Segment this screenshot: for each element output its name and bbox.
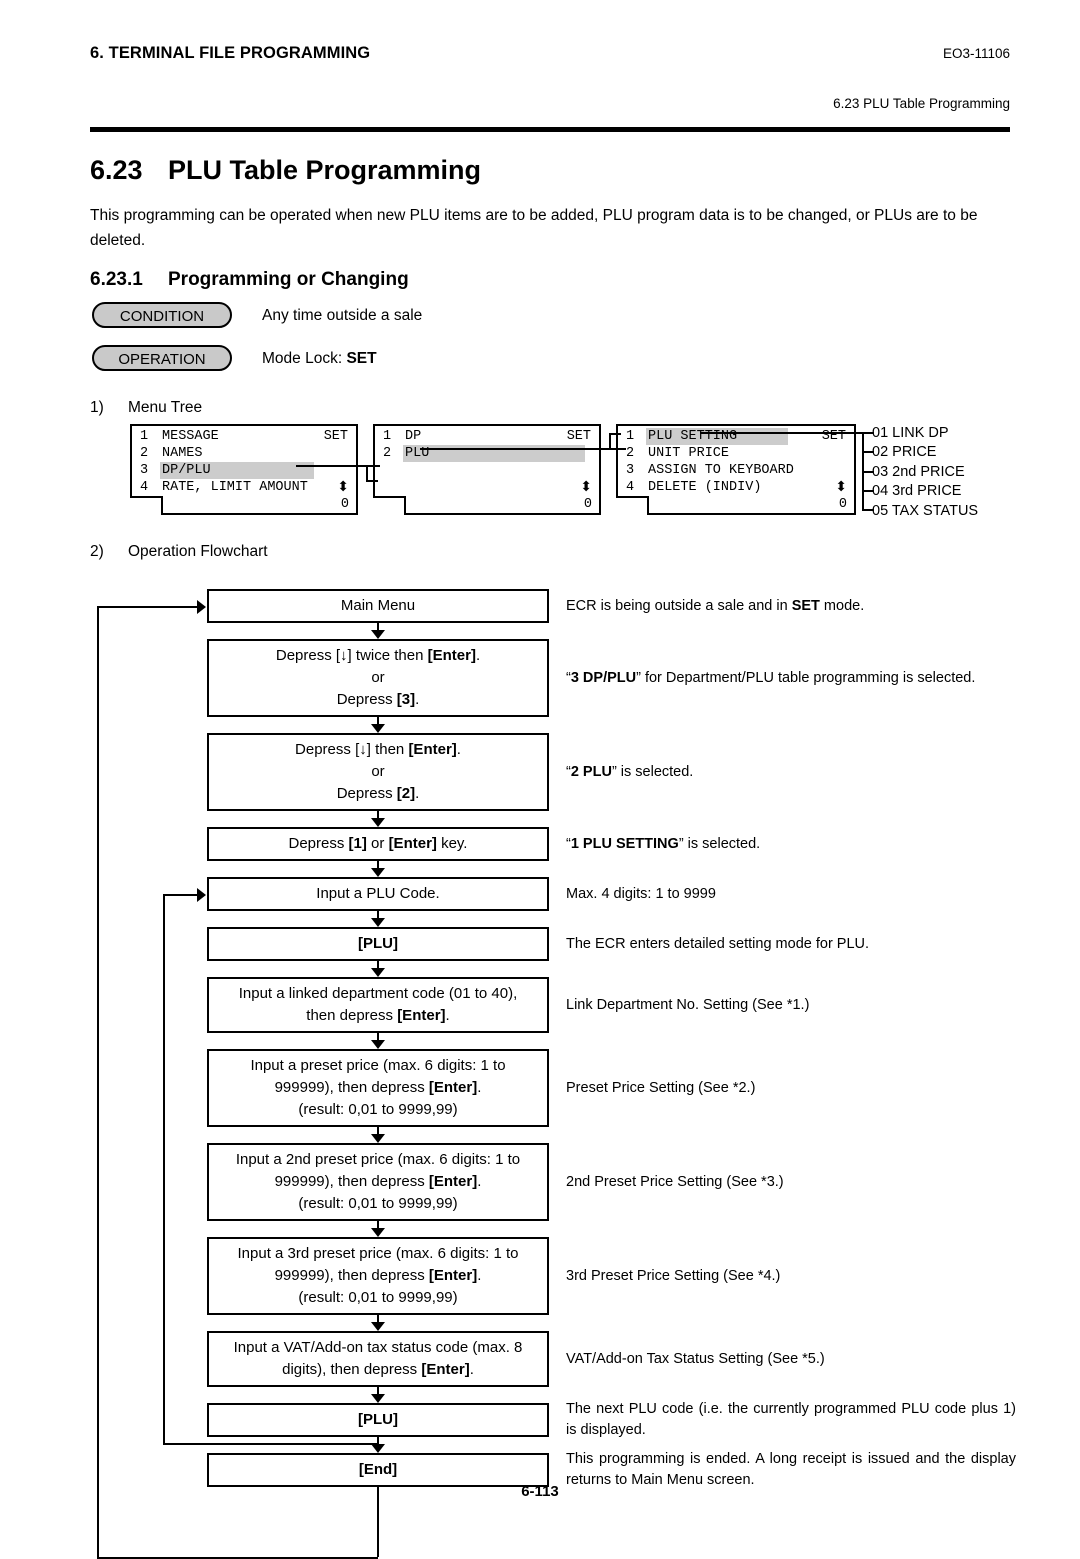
flow-box-text: Input a VAT/Add-on tax status code (max.… xyxy=(209,1337,547,1381)
flow-box-line: [PLU] xyxy=(358,935,398,952)
flow-note-plu-key-2: The next PLU code (i.e. the currently pr… xyxy=(566,1401,1016,1438)
flow-box-line: Depress [2]. xyxy=(336,785,420,802)
key-token: [Enter] xyxy=(388,835,437,852)
flow-box-line: Input a VAT/Add-on tax status code (max.… xyxy=(233,1339,523,1356)
flow-note-depress-down-once: “2 PLU” is selected. xyxy=(566,763,694,780)
key-token: [Enter] xyxy=(428,1267,478,1284)
flow-arrow-head-icon xyxy=(371,1394,385,1403)
flow-box-text: Input a PLU Code. xyxy=(209,883,547,905)
flow-note-input-3rd-preset-price: 3rd Preset Price Setting (See *4.) xyxy=(566,1267,781,1284)
flow-box-line: 999999), then depress [Enter]. xyxy=(274,1173,482,1190)
flow-box-line: [PLU] xyxy=(358,1411,398,1428)
flow-note-input-preset-price: Preset Price Setting (See *2.) xyxy=(566,1079,756,1096)
flow-box-line: (result: 0,01 to 9999,99) xyxy=(298,1101,458,1118)
flow-note-input-linked-dept: Link Department No. Setting (See *1.) xyxy=(566,996,810,1013)
flow-box-line: or xyxy=(371,763,385,780)
inner-loop-arrow-head-icon xyxy=(197,888,206,902)
flow-box-text: Input a linked department code (01 to 40… xyxy=(209,983,547,1027)
key-token: [Enter] xyxy=(428,1173,478,1190)
flow-note-input-plu-code: Max. 4 digits: 1 to 9999 xyxy=(566,885,716,902)
flow-box-input-vat-tax-status: Input a VAT/Add-on tax status code (max.… xyxy=(207,1331,549,1387)
flow-box-depress-down-once: Depress [↓] then [Enter]. or Depress [2]. xyxy=(207,733,549,811)
inner-loop-vertical xyxy=(163,894,165,1445)
flow-box-line: Input a linked department code (01 to 40… xyxy=(238,985,518,1002)
flow-arrow-head-icon xyxy=(371,868,385,877)
flow-note-depress-1-or-enter: “1 PLU SETTING” is selected. xyxy=(566,835,761,852)
key-token: [2] xyxy=(396,785,416,802)
flow-box-line: Main Menu xyxy=(340,597,416,614)
page-number: 6-113 xyxy=(521,1483,559,1500)
flow-box-line: Input a 3rd preset price (max. 6 digits:… xyxy=(237,1245,519,1262)
flow-box-line: [End] xyxy=(358,1461,398,1478)
flow-box-input-preset-price: Input a preset price (max. 6 digits: 1 t… xyxy=(207,1049,549,1127)
flow-note-input-2nd-preset-price: 2nd Preset Price Setting (See *3.) xyxy=(566,1173,784,1190)
flow-box-text: Depress [↓] then [Enter]. or Depress [2]. xyxy=(209,739,547,805)
operation-flowchart: Main Menu ECR is being outside a sale and… xyxy=(0,0,1080,1559)
flow-box-line: 999999), then depress [Enter]. xyxy=(274,1079,482,1096)
flow-arrow-head-icon xyxy=(371,724,385,733)
key-token: [Enter] xyxy=(397,1007,446,1024)
outer-loop-top xyxy=(97,606,198,608)
flow-arrow-head-icon xyxy=(371,968,385,977)
flow-box-text: Depress [1] or [Enter] key. xyxy=(209,833,547,855)
flow-box-text: [End] xyxy=(209,1459,547,1481)
key-token: [Enter] xyxy=(408,741,457,758)
flow-note-plu-key-1: The ECR enters detailed setting mode for… xyxy=(566,935,870,952)
outer-loop-arrow-head-icon xyxy=(197,600,206,614)
flow-arrow-head-icon xyxy=(371,818,385,827)
key-token: [3] xyxy=(396,691,416,708)
flow-arrow-head-icon xyxy=(371,918,385,927)
key-token: [1] xyxy=(348,835,367,852)
flow-box-line: Input a 2nd preset price (max. 6 digits:… xyxy=(235,1151,521,1168)
flow-box-end: [End] xyxy=(207,1453,549,1487)
flow-box-line: digits), then depress [Enter]. xyxy=(282,1361,474,1378)
flow-arrow-head-icon xyxy=(371,1228,385,1237)
flow-note-main-menu: ECR is being outside a sale and in SET m… xyxy=(566,597,865,614)
flow-note-input-vat-tax-status: VAT/Add-on Tax Status Setting (See *5.) xyxy=(566,1350,825,1367)
flow-box-depress-1-or-enter: Depress [1] or [Enter] key. xyxy=(207,827,549,861)
flow-box-text: [PLU] xyxy=(209,933,547,955)
flow-box-input-linked-dept: Input a linked department code (01 to 40… xyxy=(207,977,549,1033)
flow-arrow-head-icon xyxy=(371,1322,385,1331)
flow-box-main-menu: Main Menu xyxy=(207,589,549,623)
flow-box-input-2nd-preset-price: Input a 2nd preset price (max. 6 digits:… xyxy=(207,1143,549,1221)
flow-box-text: Main Menu xyxy=(209,595,547,617)
inner-loop-bottom xyxy=(163,1443,378,1445)
flow-box-depress-down-twice: Depress [↓] twice then [Enter]. or Depress… xyxy=(207,639,549,717)
flow-arrow-head-icon xyxy=(371,1134,385,1143)
flow-box-line: then depress [Enter]. xyxy=(306,1007,450,1024)
key-token: [Enter] xyxy=(428,1079,478,1096)
flow-arrow-head-icon xyxy=(371,1040,385,1049)
flow-box-line: or xyxy=(371,669,385,686)
flow-box-text: Input a 3rd preset price (max. 6 digits:… xyxy=(209,1243,547,1309)
key-token: [Enter] xyxy=(427,647,476,664)
flow-box-line: Input a preset price (max. 6 digits: 1 t… xyxy=(250,1057,506,1074)
flow-note-depress-down-twice: “3 DP/PLU” for Department/PLU table prog… xyxy=(566,669,976,686)
inner-loop-top xyxy=(163,894,198,896)
flow-box-line: Depress [↓] twice then [Enter]. xyxy=(275,647,481,664)
outer-loop-vertical xyxy=(97,606,99,1559)
flow-box-input-plu-code: Input a PLU Code. xyxy=(207,877,549,911)
flow-box-line: (result: 0,01 to 9999,99) xyxy=(298,1289,458,1306)
flow-box-line: Depress [3]. xyxy=(336,691,420,708)
flow-box-plu-key-2: [PLU] xyxy=(207,1403,549,1437)
flow-box-line: (result: 0,01 to 9999,99) xyxy=(298,1195,458,1212)
flow-arrow-head-icon xyxy=(371,1444,385,1453)
flow-box-line: Input a PLU Code. xyxy=(316,885,440,902)
flow-box-text: [PLU] xyxy=(209,1409,547,1431)
flow-box-text: Depress [↓] twice then [Enter]. or Depress… xyxy=(209,645,547,711)
flow-arrow-head-icon xyxy=(371,630,385,639)
flow-box-text: Input a 2nd preset price (max. 6 digits:… xyxy=(209,1149,547,1215)
flow-box-plu-key-1: [PLU] xyxy=(207,927,549,961)
flow-box-line: Depress [↓] then [Enter]. xyxy=(295,741,461,758)
flow-box-line: Depress [1] or [Enter] key. xyxy=(288,835,468,852)
flow-box-line: 999999), then depress [Enter]. xyxy=(274,1267,482,1284)
flow-box-input-3rd-preset-price: Input a 3rd preset price (max. 6 digits:… xyxy=(207,1237,549,1315)
key-token: [Enter] xyxy=(421,1361,470,1378)
flow-box-text: Input a preset price (max. 6 digits: 1 t… xyxy=(209,1055,547,1121)
